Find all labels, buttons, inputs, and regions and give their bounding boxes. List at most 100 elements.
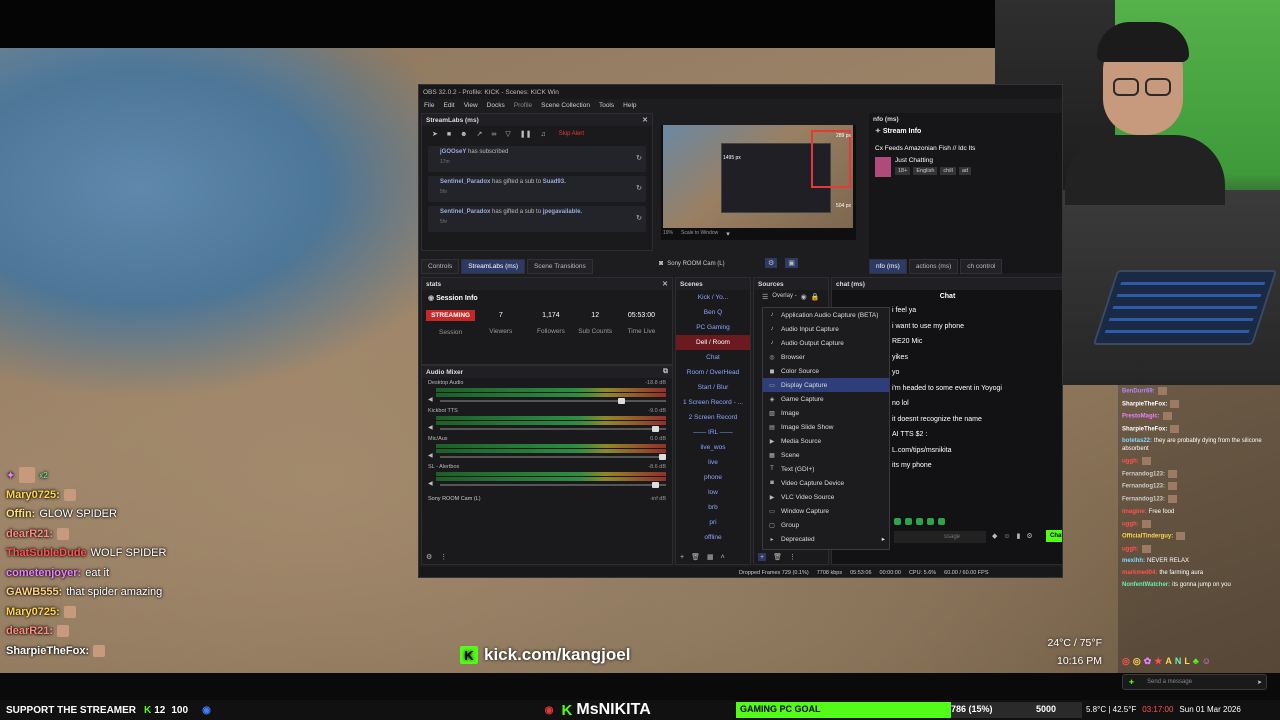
add-source-menu-item[interactable]: ▸ Deprecated ▸ <box>763 532 889 546</box>
scene-item[interactable]: offline <box>676 530 750 545</box>
tab-streamlabs[interactable]: StreamLabs (ms) <box>461 259 526 274</box>
users-icon[interactable]: ☻ <box>460 131 467 138</box>
chat-username[interactable]: ThatSubleDude <box>6 547 87 559</box>
scene-item[interactable]: brb <box>676 500 750 515</box>
add-source-menu-item[interactable]: ◙ Video Capture Device <box>763 476 889 490</box>
emote-icon[interactable]: ☺ <box>1202 656 1211 667</box>
mod-icon[interactable]: ◆ <box>992 532 997 540</box>
gear-icon[interactable]: ⚙ <box>426 553 432 561</box>
chat-username[interactable]: Fernandog123: <box>1122 497 1165 503</box>
emote-icon[interactable]: ◎ <box>1122 656 1130 667</box>
send-icon[interactable]: ➤ <box>1257 679 1262 686</box>
add-source-menu-item[interactable]: ▤ Image Slide Show <box>763 420 889 434</box>
chat-username[interactable]: botetas22: <box>1122 438 1152 444</box>
chat-username[interactable]: OfficialTinderguy: <box>1122 534 1173 540</box>
bell-icon[interactable]: ♫ <box>540 131 545 138</box>
add-source-menu-item[interactable]: ◈ Game Capture <box>763 392 889 406</box>
scene-item[interactable]: pri <box>676 515 750 530</box>
chat-username[interactable]: dearR21: <box>6 625 53 637</box>
emote-icon[interactable] <box>894 518 901 525</box>
skip-alert-button[interactable]: Skip Alert <box>559 131 584 137</box>
save-icon[interactable]: ■ <box>447 131 451 138</box>
add-source-menu-item[interactable]: T Text (GDI+) <box>763 462 889 476</box>
emote-icon[interactable] <box>916 518 923 525</box>
obs-window[interactable]: OBS 32.0.2 - Profile: KICK - Scenes: KIC… <box>418 84 1063 578</box>
emote-icon[interactable]: L <box>1184 656 1190 667</box>
fader-knob[interactable] <box>659 454 666 460</box>
gear-icon[interactable]: ⚙ <box>765 258 778 268</box>
volume-fader[interactable] <box>440 426 666 432</box>
trash-icon[interactable]: 🗑 <box>691 553 700 561</box>
plus-icon[interactable]: + <box>758 553 767 561</box>
scene-item[interactable]: Ben Q <box>676 305 750 320</box>
add-source-menu-item[interactable]: ♪ Audio Output Capture <box>763 336 889 350</box>
scene-item[interactable]: Dell / Room <box>676 335 750 350</box>
share-icon[interactable]: ↗ <box>476 130 482 138</box>
filter-icon[interactable]: ▦ <box>707 553 714 561</box>
chat-username[interactable]: uggh: <box>1122 521 1139 527</box>
eye-icon[interactable]: ◉ <box>801 293 807 301</box>
chat-username[interactable]: Offin: <box>6 508 35 520</box>
stream-title[interactable]: Cx Feeds Amazonian Fish // Idc Its <box>869 137 1062 154</box>
add-source-menu-item[interactable]: ♪ Audio Input Capture <box>763 322 889 336</box>
emote-icon[interactable]: ★ <box>1154 656 1162 667</box>
chat-username[interactable]: uggh: <box>1122 546 1139 552</box>
menu-edit[interactable]: Edit <box>443 102 454 109</box>
menu-file[interactable]: File <box>424 102 434 109</box>
chat-username[interactable]: Fernandog123: <box>1122 484 1165 490</box>
replay-icon[interactable]: ↻ <box>636 184 642 192</box>
chat-username[interactable]: SharpieTheFox: <box>6 645 89 657</box>
lock-icon[interactable]: 🔒 <box>811 293 820 301</box>
speaker-icon[interactable]: ◀ <box>428 480 433 487</box>
tab-info[interactable]: nfo (ms) <box>869 259 907 274</box>
replay-icon[interactable]: ↻ <box>636 214 642 222</box>
add-source-menu-item[interactable]: ▭ Window Capture <box>763 504 889 518</box>
volume-fader[interactable] <box>440 398 666 404</box>
emote-icon[interactable]: ♣ <box>1193 656 1199 667</box>
scene-item[interactable]: phone <box>676 470 750 485</box>
add-source-menu-item[interactable]: ▭ Display Capture <box>763 378 889 392</box>
add-source-menu-item[interactable]: ◼ Color Source <box>763 364 889 378</box>
speaker-icon[interactable]: ◀ <box>428 424 433 431</box>
menu-profile[interactable]: Profile <box>514 102 532 109</box>
panel-icon[interactable]: ▣ <box>785 258 798 268</box>
emote-picker-icon[interactable]: ✚ <box>1129 679 1134 686</box>
chat-username[interactable]: SharpieTheFox: <box>1122 426 1167 432</box>
chat-username[interactable]: dearR21: <box>6 528 53 540</box>
tab-controls[interactable]: Controls <box>421 259 460 274</box>
fader-knob[interactable] <box>652 426 660 432</box>
chat-username[interactable]: NonfentWatcher: <box>1122 582 1170 588</box>
tab-ch-control[interactable]: ch control <box>960 259 1003 274</box>
menu-scene-collection[interactable]: Scene Collection <box>541 102 590 109</box>
scene-item[interactable]: 2 Screen Record <box>676 410 750 425</box>
chat-username[interactable]: Mary0725: <box>6 606 60 618</box>
volume-fader[interactable] <box>440 482 666 488</box>
send-message-input[interactable]: ✚ Send a message ➤ <box>1122 674 1267 690</box>
emote-icon[interactable]: A <box>1165 656 1172 667</box>
volume-fader[interactable] <box>440 454 666 460</box>
add-source-menu-item[interactable]: ◎ Browser <box>763 350 889 364</box>
chat-username[interactable]: BenDurr69: <box>1122 389 1155 395</box>
scene-item[interactable]: low <box>676 485 750 500</box>
chat-username[interactable]: cometenjoyer: <box>6 567 81 579</box>
add-source-menu-item[interactable]: ▶ Media Source <box>763 434 889 448</box>
more-icon[interactable]: ⋮ <box>789 553 796 561</box>
chat-username[interactable]: uggh: <box>1122 459 1139 465</box>
chat-username[interactable]: markmed04: <box>1122 570 1157 576</box>
tab-scene-transitions[interactable]: Scene Transitions <box>527 259 593 274</box>
chat-username[interactable]: PrestoMagic: <box>1122 414 1160 420</box>
preview-scale[interactable]: Scale to Window <box>681 230 718 238</box>
menu-docks[interactable]: Docks <box>487 102 505 109</box>
add-source-menu-item[interactable]: ▶ VLC Video Source <box>763 490 889 504</box>
chat-username[interactable]: mexihh: <box>1122 558 1145 564</box>
fader-knob[interactable] <box>618 398 626 404</box>
chat-username[interactable]: Mary0725: <box>6 489 60 501</box>
menu-tools[interactable]: Tools <box>599 102 614 109</box>
scene-item[interactable]: Chat <box>676 350 750 365</box>
scene-item[interactable]: live_wos <box>676 440 750 455</box>
emote-icon[interactable] <box>927 518 934 525</box>
pin-icon[interactable]: ▮ <box>1017 532 1021 540</box>
chevron-down-icon[interactable]: ▾ <box>726 230 730 238</box>
link-icon[interactable]: ∞ <box>491 131 496 138</box>
scene-item[interactable]: —— IRL —— <box>676 425 750 440</box>
